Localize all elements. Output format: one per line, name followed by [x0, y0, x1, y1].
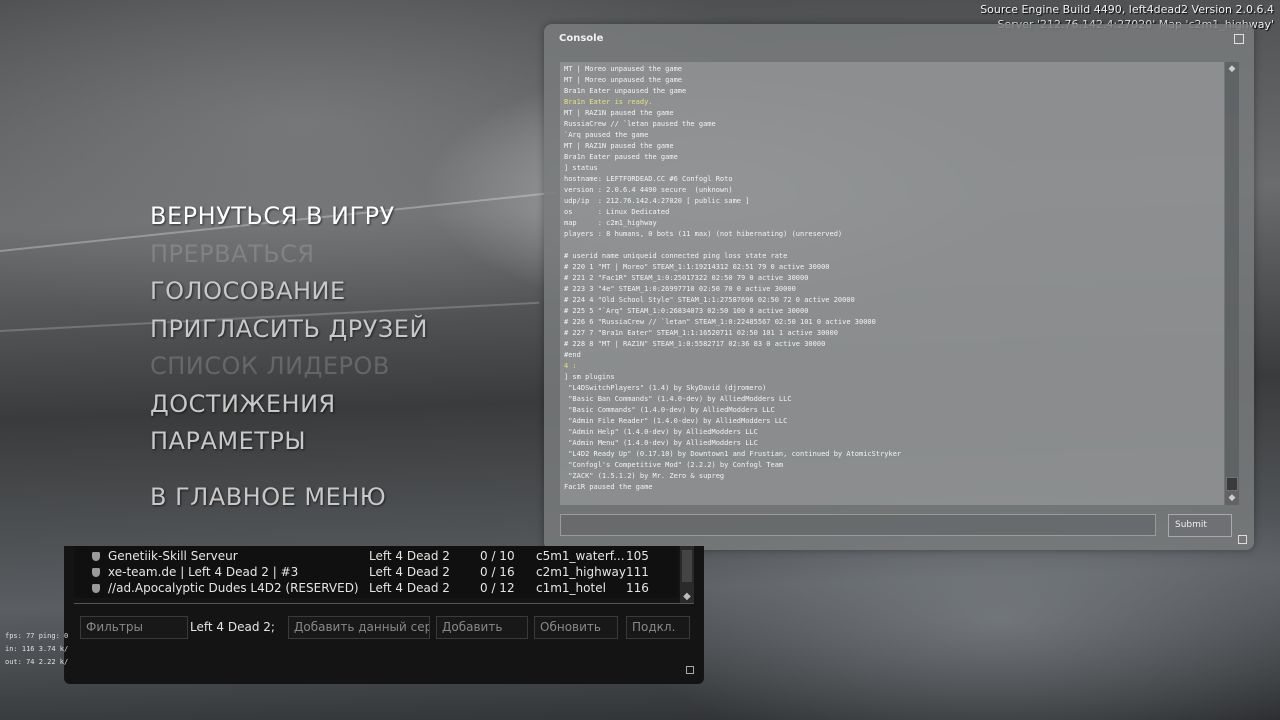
console-line: # 225 5 "`Arq" STEAM_1:0:26834073 02:50 … [564, 307, 809, 315]
server-game: Left 4 Dead 2 [369, 565, 450, 579]
filters-button[interactable]: Фильтры [80, 616, 188, 639]
menu-pause: ПРЕРВАТЬСЯ [150, 240, 315, 268]
console-output: MT | Moreo unpaused the game MT | Moreo u… [560, 62, 1224, 505]
server-row[interactable]: Genetiik-Skill Serveur Left 4 Dead 2 0 /… [74, 548, 678, 564]
menu-leaderboards: СПИСОК ЛИДЕРОВ [150, 352, 390, 380]
scrollbar-thumb[interactable] [1226, 477, 1238, 491]
console-line: "ZACK" (1.5.1.2) by Mr. Zero & supreg [564, 472, 725, 480]
console-line: #end [564, 351, 581, 359]
console-line: Bra1n Eater unpaused the game [564, 87, 687, 95]
console-line: Bra1n Eater paused the game [564, 153, 678, 161]
console-line: `Arq paused the game [564, 131, 649, 139]
maximize-icon[interactable] [1234, 34, 1244, 44]
server-players: 0 / 12 [480, 581, 515, 595]
connect-button[interactable]: Подкл. [626, 616, 690, 639]
server-game: Left 4 Dead 2 [369, 581, 450, 595]
console-line: # 226 6 "RussiaCrew // `letan" STEAM_1:0… [564, 318, 876, 326]
console-scrollbar[interactable]: ◆ ◆ [1225, 62, 1239, 505]
netgraph-out: out: 74 2.22 k/ [5, 658, 69, 666]
scroll-up-icon[interactable]: ◆ [1227, 64, 1237, 74]
console-line: # 224 4 "Old School Style" STEAM_1:1:275… [564, 296, 855, 304]
add-server-button[interactable]: Добавить [436, 616, 528, 639]
server-name: Genetiik-Skill Serveur [108, 549, 238, 563]
console-line: MT | RAZ1N paused the game [564, 109, 674, 117]
resize-icon[interactable] [686, 666, 694, 674]
scrollbar-thumb[interactable] [682, 550, 692, 582]
menu-main-menu[interactable]: В ГЛАВНОЕ МЕНЮ [150, 483, 386, 511]
server-list: Genetiik-Skill Serveur Left 4 Dead 2 0 /… [74, 546, 678, 598]
console-line: MT | Moreo unpaused the game [564, 65, 683, 73]
console-input[interactable] [560, 514, 1156, 536]
scroll-down-icon[interactable]: ◆ [1227, 493, 1237, 503]
server-latency: 111 [626, 565, 649, 579]
submit-button[interactable]: Submit [1168, 514, 1232, 537]
server-game: Left 4 Dead 2 [369, 549, 450, 563]
shield-icon [92, 568, 100, 577]
console-line: "L4DSwitchPlayers" (1.4) by SkyDavid (dj… [564, 384, 767, 392]
console-line: # 223 3 "4e" STEAM_1:0:26997710 02:50 70… [564, 285, 796, 293]
console-line: "Admin File Reader" (1.4.0-dev) by Allie… [564, 417, 788, 425]
console-line: "L4D2 Ready Up" (0.17.10) by Downtown1 a… [564, 450, 902, 458]
console-line: udp/ip : 212.76.142.4:27020 [ public sam… [564, 197, 750, 205]
netgraph-in: in: 116 3.74 k/ [5, 645, 69, 653]
console-line: "Admin Help" (1.4.0-dev) by AlliedModder… [564, 428, 758, 436]
server-map: c5m1_waterf... [536, 549, 625, 563]
server-players: 0 / 16 [480, 565, 515, 579]
console-line: hostname: LEFTFORDEAD.CC #6 Confogl Roto [564, 175, 733, 183]
divider [74, 603, 694, 604]
console-line: Fac1R paused the game [564, 483, 653, 491]
refresh-button[interactable]: Обновить [534, 616, 618, 639]
console-line: MT | RAZ1N paused the game [564, 142, 674, 150]
menu-options[interactable]: ПАРАМЕТРЫ [150, 427, 306, 455]
console-line: # 228 8 "MT | RAZ1N" STEAM_1:0:5582717 0… [564, 340, 826, 348]
console-title: Console [559, 33, 604, 44]
console-line: os : Linux Dedicated [564, 208, 670, 216]
server-list-scrollbar[interactable]: ◆ [680, 546, 694, 604]
console-line: version : 2.0.6.4 4490 secure (unknown) [564, 186, 733, 194]
shield-icon [92, 552, 100, 561]
menu-invite-friends[interactable]: ПРИГЛАСИТЬ ДРУЗЕЙ [150, 315, 428, 343]
console-line: "Basic Commands" (1.4.0-dev) by AlliedMo… [564, 406, 775, 414]
server-name: xe-team.de | Left 4 Dead 2 | #3 [108, 565, 299, 579]
server-latency: 105 [626, 549, 649, 563]
server-browser: Genetiik-Skill Serveur Left 4 Dead 2 0 /… [64, 546, 704, 684]
server-row[interactable]: xe-team.de | Left 4 Dead 2 | #3 Left 4 D… [74, 564, 678, 580]
console-line: "Basic Ban Commands" (1.4.0-dev) by Alli… [564, 395, 792, 403]
console-line: # 221 2 "Fac1R" STEAM_1:0:25017322 02:50… [564, 274, 809, 282]
server-players: 0 / 10 [480, 549, 515, 563]
console-window: Console MT | Moreo unpaused the game MT |… [544, 24, 1254, 550]
shield-icon [92, 584, 100, 593]
console-line: MT | Moreo unpaused the game [564, 76, 683, 84]
menu-vote[interactable]: ГОЛОСОВАНИЕ [150, 277, 346, 305]
add-current-server-button[interactable]: Добавить данный сер... [288, 616, 430, 639]
menu-resume-game[interactable]: ВЕРНУТЬСЯ В ИГРУ [150, 202, 395, 230]
server-map: c2m1_highway [536, 565, 626, 579]
console-line: ] sm plugins [564, 373, 615, 381]
console-line: # 227 7 "Bra1n Eater" STEAM_1:1:16520711… [564, 329, 838, 337]
console-line: RussiaCrew // `letan paused the game [564, 120, 716, 128]
server-latency: 116 [626, 581, 649, 595]
server-map: c1m1_hotel [536, 581, 606, 595]
console-line: "Admin Menu" (1.4.0-dev) by AlliedModder… [564, 439, 758, 447]
server-row[interactable]: //ad.Apocalyptic Dudes L4D2 (RESERVED) L… [74, 580, 678, 596]
build-version: Source Engine Build 4490, left4dead2 Ver… [980, 3, 1274, 16]
net-graph: fps: 77 ping: 0 in: 116 3.74 k/ out: 74 … [5, 630, 68, 669]
console-line: players : 8 humans, 0 bots (11 max) (not… [564, 230, 843, 238]
netgraph-fps: fps: 77 ping: 0 [5, 632, 69, 640]
menu-achievements[interactable]: ДОСТИЖЕНИЯ [150, 390, 336, 418]
filter-summary: Left 4 Dead 2; [190, 620, 275, 634]
console-line: ] status [564, 164, 598, 172]
console-line: "Confogl's Competitive Mod" (2.2.2) by C… [564, 461, 784, 469]
console-line: 4 : [564, 362, 577, 370]
server-name: //ad.Apocalyptic Dudes L4D2 (RESERVED) [108, 581, 359, 595]
console-line: # userid name uniqueid connected ping lo… [564, 252, 788, 260]
console-line: map : c2m1_highway [564, 219, 657, 227]
console-line: Bra1n Eater is ready. [564, 98, 653, 106]
resize-icon[interactable] [1238, 535, 1247, 544]
console-line: # 220 1 "MT | Moreo" STEAM_1:1:19214312 … [564, 263, 830, 271]
scroll-down-icon[interactable]: ◆ [680, 591, 694, 602]
